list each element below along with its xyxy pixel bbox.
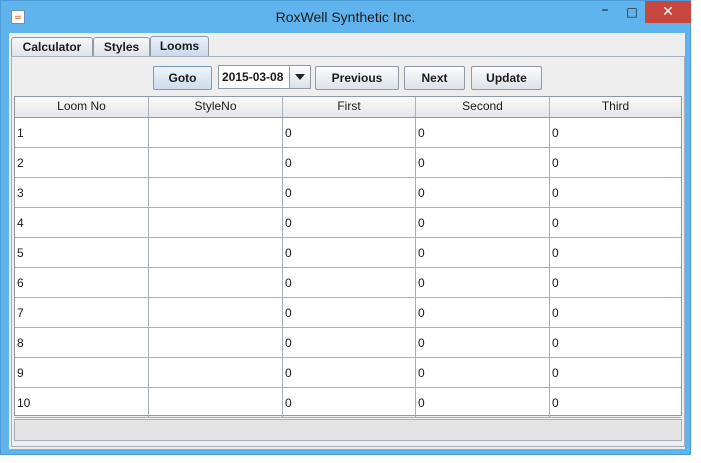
first-cell[interactable]: 0	[283, 178, 416, 207]
first-cell[interactable]: 0	[283, 388, 416, 417]
second-cell[interactable]: 0	[416, 148, 550, 177]
style-no-cell[interactable]	[149, 178, 283, 207]
table-row[interactable]: 7000	[15, 298, 681, 328]
previous-button[interactable]: Previous	[315, 66, 399, 90]
table-row[interactable]: 4000	[15, 208, 681, 238]
style-no-cell[interactable]	[149, 328, 283, 357]
looms-table: Loom No StyleNo First Second Third 10002…	[14, 96, 682, 418]
first-cell[interactable]: 0	[283, 358, 416, 387]
table-row[interactable]: 3000	[15, 178, 681, 208]
client-area: Calculator Styles Looms Goto 2015-03-08 …	[9, 33, 685, 449]
loom-no-cell[interactable]: 7	[15, 298, 149, 327]
third-cell[interactable]: 0	[550, 208, 681, 237]
third-cell[interactable]: 0	[550, 388, 681, 417]
first-cell[interactable]: 0	[283, 238, 416, 267]
table-header: Loom No StyleNo First Second Third	[15, 97, 681, 118]
date-combobox[interactable]: 2015-03-08	[218, 65, 311, 89]
first-cell[interactable]: 0	[283, 298, 416, 327]
style-no-cell[interactable]	[149, 358, 283, 387]
second-cell[interactable]: 0	[416, 298, 550, 327]
loom-no-cell[interactable]: 9	[15, 358, 149, 387]
third-cell[interactable]: 0	[550, 268, 681, 297]
second-cell[interactable]: 0	[416, 268, 550, 297]
close-button[interactable]: ✕	[645, 1, 691, 23]
style-no-cell[interactable]	[149, 388, 283, 417]
second-cell[interactable]: 0	[416, 388, 550, 417]
next-button[interactable]: Next	[404, 66, 465, 90]
looms-panel: Goto 2015-03-08 Previous Next Update Loo…	[11, 56, 685, 447]
column-header-first[interactable]: First	[283, 97, 416, 117]
loom-no-cell[interactable]: 10	[15, 388, 149, 417]
status-bar	[14, 419, 682, 441]
table-row[interactable]: 10 0 0 0	[15, 388, 681, 418]
date-value: 2015-03-08	[222, 70, 284, 84]
table-row[interactable]: 9000	[15, 358, 681, 388]
style-no-cell[interactable]	[149, 208, 283, 237]
table-row[interactable]: 1000	[15, 118, 681, 148]
first-cell[interactable]: 0	[283, 208, 416, 237]
minimize-button[interactable]: –	[591, 1, 619, 23]
third-cell[interactable]: 0	[550, 328, 681, 357]
table-body: 1 0 0 0 2 0 0 0 3 0 0 0 4 0 0 0 5 0 0 0 6 0 0 0 7 0 0 0 8 0 0 0 9 0 0 0 10 0 0…	[15, 118, 681, 418]
column-header-second[interactable]: Second	[416, 97, 550, 117]
title-bar[interactable]: ☕ RoxWell Synthetic Inc. – □ ✕	[1, 1, 691, 33]
style-no-cell[interactable]	[149, 118, 283, 147]
third-cell[interactable]: 0	[550, 178, 681, 207]
style-no-cell[interactable]	[149, 238, 283, 267]
table-row[interactable]: 5000	[15, 238, 681, 268]
first-cell[interactable]: 0	[283, 118, 416, 147]
window-title: RoxWell Synthetic Inc.	[275, 9, 416, 25]
loom-no-cell[interactable]: 1	[15, 118, 149, 147]
application-window: ☕ RoxWell Synthetic Inc. – □ ✕ Calculato…	[0, 0, 691, 455]
table-row[interactable]: 2000	[15, 148, 681, 178]
table-row[interactable]: 6000	[15, 268, 681, 298]
column-header-loom-no[interactable]: Loom No	[15, 97, 149, 117]
second-cell[interactable]: 0	[416, 118, 550, 147]
loom-no-cell[interactable]: 3	[15, 178, 149, 207]
third-cell[interactable]: 0	[550, 148, 681, 177]
third-cell[interactable]: 0	[550, 238, 681, 267]
table-row[interactable]: 8000	[15, 328, 681, 358]
column-header-style-no[interactable]: StyleNo	[149, 97, 283, 117]
chevron-down-icon[interactable]	[289, 66, 310, 88]
first-cell[interactable]: 0	[283, 148, 416, 177]
loom-no-cell[interactable]: 4	[15, 208, 149, 237]
second-cell[interactable]: 0	[416, 178, 550, 207]
loom-no-cell[interactable]: 6	[15, 268, 149, 297]
loom-no-cell[interactable]: 2	[15, 148, 149, 177]
style-no-cell[interactable]	[149, 298, 283, 327]
goto-button[interactable]: Goto	[153, 66, 212, 90]
style-no-cell[interactable]	[149, 268, 283, 297]
maximize-button[interactable]: □	[619, 1, 645, 23]
first-cell[interactable]: 0	[283, 328, 416, 357]
loom-no-cell[interactable]: 5	[15, 238, 149, 267]
second-cell[interactable]: 0	[416, 238, 550, 267]
tab-styles[interactable]: Styles	[93, 37, 150, 56]
tab-calculator[interactable]: Calculator	[11, 37, 93, 56]
update-button[interactable]: Update	[471, 66, 542, 90]
first-cell[interactable]: 0	[283, 268, 416, 297]
second-cell[interactable]: 0	[416, 328, 550, 357]
tab-looms[interactable]: Looms	[150, 36, 209, 57]
loom-no-cell[interactable]: 8	[15, 328, 149, 357]
style-no-cell[interactable]	[149, 148, 283, 177]
second-cell[interactable]: 0	[416, 358, 550, 387]
second-cell[interactable]: 0	[416, 208, 550, 237]
third-cell[interactable]: 0	[550, 298, 681, 327]
third-cell[interactable]: 0	[550, 118, 681, 147]
column-header-third[interactable]: Third	[550, 97, 681, 117]
third-cell[interactable]: 0	[550, 358, 681, 387]
